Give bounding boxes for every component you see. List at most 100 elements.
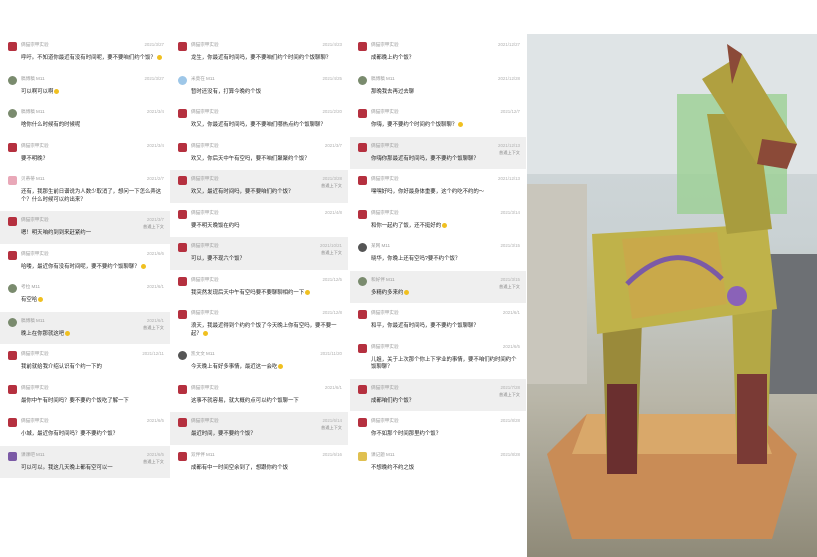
context-link[interactable]: 普通上下文 bbox=[321, 249, 342, 257]
avatar[interactable] bbox=[358, 176, 367, 185]
avatar[interactable] bbox=[358, 418, 367, 427]
chat-message[interactable]: 俩猫宗甲实验 2021/3/7 普通上下文 嗯！明天咱约到到来赶紧约一 bbox=[0, 211, 170, 245]
context-link[interactable]: 普通上下文 bbox=[321, 182, 342, 190]
chat-message[interactable]: 俩猫宗甲实验 2021/8/28 你不如那个时间那里约个饭？ bbox=[350, 412, 526, 446]
avatar[interactable] bbox=[358, 75, 367, 85]
avatar[interactable] bbox=[358, 343, 367, 353]
avatar[interactable] bbox=[8, 351, 17, 360]
chat-message[interactable]: 俩猫宗甲实验 2021/3/4 要不明晚？ bbox=[0, 137, 170, 170]
avatar[interactable] bbox=[358, 42, 367, 51]
sender-name: 俩猫宗甲实验 bbox=[191, 418, 219, 423]
avatar[interactable] bbox=[8, 250, 17, 260]
avatar[interactable] bbox=[8, 317, 17, 327]
avatar[interactable] bbox=[358, 243, 367, 252]
chat-message[interactable]: 稿博稿 M11 2021/3/27 可以啊可以啊 bbox=[0, 70, 170, 103]
chat-message[interactable]: 稿博稿 M11 2021/12/28 那晚我去再过去聊 bbox=[350, 70, 526, 103]
context-link[interactable]: 普通上下文 bbox=[499, 391, 520, 399]
avatar[interactable] bbox=[178, 243, 187, 252]
chat-message[interactable]: 俩猫宗甲实验 2021/6/6 哈喽，最近你有没有时间呢，要不要约个饭聊聊？ bbox=[0, 245, 170, 278]
sender-name: 俩猫宗甲实验 bbox=[191, 176, 219, 181]
avatar[interactable] bbox=[178, 42, 187, 51]
avatar[interactable] bbox=[358, 384, 367, 394]
chat-message[interactable]: 凯文文 M11 2021/11/20 今天晚上有好多事情，最近这一会吃 bbox=[170, 345, 348, 379]
chat-message[interactable]: 俩猫宗甲实验 2021/3/27 呼吁。不知道你最近有没有时间呢，要不要咱们约个饭？ bbox=[0, 36, 170, 70]
chat-column-3[interactable]: 俩猫宗甲实验 2021/12/27 成都晚上约个饭？ 稿博稿 M11 2021/12/2… bbox=[350, 36, 526, 555]
chat-message[interactable]: 课课吧 M11 2021/6/5 普通上下文 可以可以。我这几天晚上都有空可以一 bbox=[0, 445, 170, 479]
message-text: 有空哈 bbox=[21, 297, 164, 305]
avatar[interactable] bbox=[8, 384, 17, 394]
avatar[interactable] bbox=[178, 142, 187, 152]
chat-message[interactable]: 俩猫宗甲实验 2021/12/11 我前就给我介绍认识有个约一下的 bbox=[0, 345, 170, 379]
chat-message[interactable]: 贝蒂蒂 M11 2021/2/7 还有，我那生前日谱说为人数少取消了，想问一下怎么弄… bbox=[0, 170, 170, 211]
avatar[interactable] bbox=[178, 75, 187, 85]
context-link[interactable]: 普通上下文 bbox=[321, 424, 342, 432]
chat-message[interactable]: 俩猫宗甲实验 2021/6/1 这事不就容易，就大概约点可以约个饭聊一下 bbox=[170, 379, 348, 412]
chat-message[interactable]: 俩猫宗甲实验 2021/3/7 欢又，你后天中午有空吗，要不咱们聚聚约个饭？ bbox=[170, 137, 348, 170]
chat-message[interactable]: 俩猫宗甲实验 2021/12/27 成都晚上约个饭？ bbox=[350, 36, 526, 70]
avatar[interactable] bbox=[8, 142, 17, 152]
avatar[interactable] bbox=[178, 418, 187, 427]
chat-message[interactable]: 稿博稿 M11 2021/3/4 啥你什么时候有的时候呢 bbox=[0, 103, 170, 137]
avatar[interactable] bbox=[358, 209, 367, 219]
chat-message[interactable]: 俩猫宗甲实验 2021/6/5 小城，最近你有时间吗？要不要约个饭？ bbox=[0, 412, 170, 446]
context-link[interactable]: 普通上下文 bbox=[499, 149, 520, 157]
chat-column-1[interactable]: 俩猫宗甲实验 2021/3/27 呼吁。不知道你最近有没有时间呢，要不要咱们约个饭？… bbox=[0, 36, 170, 555]
chat-message[interactable]: 俩猫宗甲实验 最你中午有时间吗？要不要约个饭吃了解一下 bbox=[0, 379, 170, 412]
chat-column-2[interactable]: 俩猫宗甲实验 2021/4/23 龙生，你最近有时间吗，要不要咱们约个时间约个饭聊聊… bbox=[170, 36, 348, 555]
chat-message[interactable]: 俩猫宗甲实验 2021/10/21 普通上下文 可以，要不现六个饭？ bbox=[170, 237, 348, 271]
chat-message[interactable]: 俩猫宗甲实验 2021/7/28 普通上下文 成都咱们约个饭？ bbox=[350, 378, 526, 412]
avatar[interactable] bbox=[178, 176, 187, 185]
chat-message[interactable]: 考拉 M11 2021/6/1 有空哈 bbox=[0, 278, 170, 312]
avatar[interactable] bbox=[8, 75, 17, 85]
chat-message[interactable]: 俩猫宗甲实验 2021/4/8 要不明天晚饭在约吗 bbox=[170, 204, 348, 237]
context-link[interactable]: 普通上下文 bbox=[143, 324, 164, 332]
chat-message[interactable]: 俩猫宗甲实验 2021/6/14 普通上下文 最近时间，要不要约个饭？ bbox=[170, 412, 348, 446]
chat-message[interactable]: 俩猫宗甲实验 2021/6/1 和平，你最近有时间吗，要不要约个饭聊聊？ bbox=[350, 304, 526, 338]
avatar[interactable] bbox=[358, 109, 367, 118]
message-time: 2021/12/13 bbox=[498, 176, 520, 181]
message-text: 可以可以。我这几天晚上都有空可以一 bbox=[21, 464, 113, 471]
avatar[interactable] bbox=[358, 310, 367, 319]
avatar[interactable] bbox=[178, 109, 187, 118]
avatar[interactable] bbox=[178, 209, 187, 219]
chat-message[interactable]: 俩猫宗甲实验 2021/12/5 我突然发现后天中午有空吗要不要聊聊相约一下 bbox=[170, 271, 348, 304]
chat-message[interactable]: 米莫在 M11 2021/4/25 暂时还没有，打算今晚约个饭 bbox=[170, 70, 348, 103]
avatar[interactable] bbox=[178, 351, 187, 360]
avatar[interactable] bbox=[8, 42, 17, 51]
message-time: 2021/8/28 bbox=[500, 451, 520, 457]
avatar[interactable] bbox=[8, 284, 17, 293]
chat-message[interactable]: 课记题 M11 2021/8/28 不想晚约不约之饭 bbox=[350, 446, 526, 479]
avatar[interactable] bbox=[358, 451, 367, 461]
message-text: 要不明天晚饭在约吗 bbox=[191, 222, 240, 229]
avatar[interactable] bbox=[8, 176, 17, 185]
chat-message[interactable]: 俩猫宗甲实验 2021/3/14 和你一起约了饭，还不挺好的 bbox=[350, 204, 526, 237]
sender-name: 贝蒂蒂 M11 bbox=[21, 176, 45, 181]
chat-message[interactable]: 双伴伴 M11 2021/6/16 成都有中一时间空余到了，想跟你约个饭 bbox=[170, 446, 348, 479]
chat-message[interactable]: 俩猫宗甲实验 2021/12/7 你嗨，要不要约个时间约个饭聊聊？ bbox=[350, 103, 526, 137]
avatar[interactable] bbox=[8, 217, 17, 226]
avatar[interactable] bbox=[178, 384, 187, 394]
message-text: 最近时间，要不要约个饭？ bbox=[191, 431, 256, 437]
avatar[interactable] bbox=[178, 310, 187, 319]
avatar[interactable] bbox=[358, 276, 367, 286]
chat-message[interactable]: 俩猫宗甲实验 2021/2/20 欢又，你最近有时间吗，要不要咱们哪热点约个饭聊聊？ bbox=[170, 103, 348, 137]
context-link[interactable]: 普通上下文 bbox=[143, 458, 164, 466]
chat-message[interactable]: 俩猫宗甲实验 2021/6/5 儿姐，关于上次那个你上下学业的事情，要不咱们约时间约… bbox=[350, 338, 526, 379]
chat-message[interactable]: 俩猫宗甲实验 2021/12/13 嘿嘿好吗，你好最身体重要，这个约吃不约的～ bbox=[350, 170, 526, 204]
avatar[interactable] bbox=[8, 109, 17, 118]
context-link[interactable]: 普通上下文 bbox=[499, 283, 520, 291]
chat-message[interactable]: 俩猫宗甲实验 2021/12/13 普通上下文 你嗨你那最近有时间吗，要不要约个饭聊聊… bbox=[350, 136, 526, 170]
chat-message[interactable]: 和好伴 M11 2021/3/15 普通上下文 多精约多来约 bbox=[350, 270, 526, 304]
chat-message[interactable]: 稿博稿 M11 2021/6/1 普通上下文 晚上在你那就这吧 bbox=[0, 311, 170, 345]
chat-message[interactable]: 俩猫宗甲实验 2021/4/23 龙生，你最近有时间吗，要不要咱们约个时间约个饭聊聊… bbox=[170, 36, 348, 70]
avatar[interactable] bbox=[178, 451, 187, 461]
avatar[interactable] bbox=[358, 142, 367, 152]
chat-message[interactable]: 俩猫宗甲实验 2021/12/8 浪天，我最近得到个约约个饭了今天晚上你有空吗，要不… bbox=[170, 304, 348, 345]
avatar[interactable] bbox=[8, 451, 17, 461]
chat-message[interactable]: 某网 M11 2021/3/15 晓华，你晚上还有空吗?要不约个饭？ bbox=[350, 237, 526, 271]
context-link[interactable]: 普通上下文 bbox=[143, 223, 164, 231]
avatar[interactable] bbox=[178, 276, 187, 286]
avatar[interactable] bbox=[8, 418, 17, 427]
sender-name: 稿博稿 M11 bbox=[371, 75, 395, 81]
chat-message[interactable]: 俩猫宗甲实验 2021/3/28 普通上下文 欢又，最近有时间吗，要不要咱们约个饭？ bbox=[170, 170, 348, 204]
